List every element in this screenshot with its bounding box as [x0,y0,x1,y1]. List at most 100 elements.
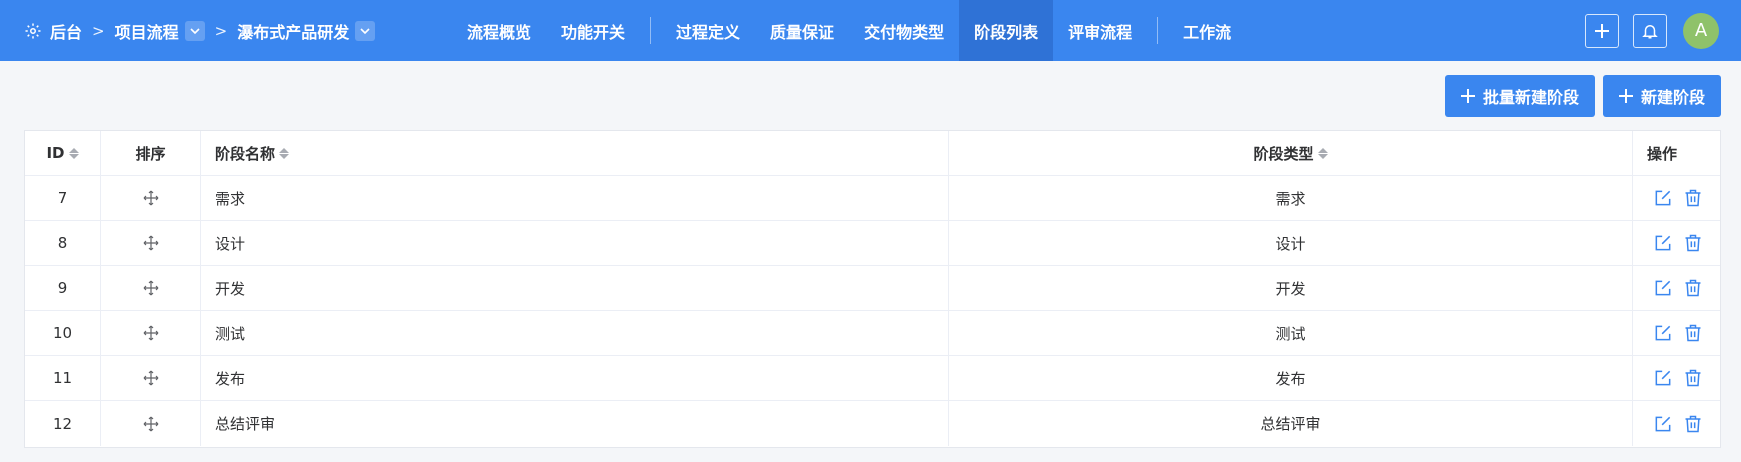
nav-item-process-definition[interactable]: 过程定义 [661,0,755,61]
table-row: 10 测试 测试 [25,311,1720,356]
cell-type: 总结评审 [949,401,1633,446]
cell-id: 11 [25,356,101,400]
cell-name: 发布 [201,356,949,400]
cell-type: 需求 [949,176,1633,220]
chevron-right-icon: > [214,21,228,40]
nav-item-quality-assurance[interactable]: 质量保证 [755,0,849,61]
table-row: 7 需求 需求 [25,176,1720,221]
edit-icon[interactable] [1653,188,1673,208]
header-id[interactable]: ID [25,131,101,175]
chevron-down-icon[interactable] [355,20,376,41]
cell-type: 开发 [949,266,1633,310]
main-nav: 流程概览 功能开关 过程定义 质量保证 交付物类型 阶段列表 评审流程 工作流 [452,0,1246,61]
table-row: 8 设计 设计 [25,221,1720,266]
cell-type: 设计 [949,221,1633,265]
cell-name: 总结评审 [201,401,949,446]
move-icon [143,280,158,296]
nav-divider [1157,17,1159,44]
cell-id: 9 [25,266,101,310]
move-icon [143,370,158,386]
breadcrumb-root[interactable]: 后台 [50,19,82,43]
delete-icon[interactable] [1683,323,1703,343]
breadcrumb-project[interactable]: 项目流程 [115,19,179,43]
cell-type: 测试 [949,311,1633,355]
nav-item-deliverable-types[interactable]: 交付物类型 [849,0,959,61]
header-name-label: 阶段名称 [215,144,276,163]
move-icon [143,235,158,251]
header-type-label: 阶段类型 [1253,144,1314,163]
cell-ops [1633,311,1720,355]
table-row: 9 开发 开发 [25,266,1720,311]
cell-id: 8 [25,221,101,265]
edit-icon[interactable] [1653,368,1673,388]
header-id-label: ID [46,144,65,162]
new-stage-label: 新建阶段 [1640,88,1705,107]
toolbar: 批量新建阶段 新建阶段 [1444,75,1721,117]
cell-ops [1633,356,1720,400]
drag-handle[interactable] [101,356,201,400]
header-ops: 操作 [1647,144,1678,163]
add-button[interactable] [1585,13,1619,48]
plus-icon [1595,23,1609,38]
nav-item-review-process[interactable]: 评审流程 [1053,0,1147,61]
notification-button[interactable] [1633,13,1667,48]
move-icon [143,190,158,206]
drag-handle[interactable] [101,311,201,355]
batch-new-stage-label: 批量新建阶段 [1482,88,1579,107]
edit-icon[interactable] [1653,323,1673,343]
nav-divider [650,17,652,44]
chevron-right-icon: > [92,21,105,40]
drag-handle[interactable] [101,176,201,220]
cell-ops [1633,401,1720,446]
cell-id: 12 [25,401,101,446]
header-type[interactable]: 阶段类型 [949,131,1633,175]
batch-new-stage-button[interactable]: 批量新建阶段 [1444,75,1595,117]
cell-name: 设计 [201,221,949,265]
delete-icon[interactable] [1683,188,1703,208]
cell-ops [1633,176,1720,220]
cell-type: 发布 [949,356,1633,400]
plus-icon [1460,89,1475,103]
drag-handle[interactable] [101,266,201,310]
cell-id: 7 [25,176,101,220]
nav-item-feature-switch[interactable]: 功能开关 [546,0,640,61]
table-row: 12 总结评审 总结评审 [25,401,1720,446]
delete-icon[interactable] [1683,233,1703,253]
top-right-tools: A [1585,0,1719,61]
edit-icon[interactable] [1653,233,1673,253]
delete-icon[interactable] [1683,414,1703,434]
top-navigation-bar: 后台 > 项目流程 > 瀑布式产品研发 流程概览 功能开关 过程定义 质量保证 … [0,0,1741,61]
plus-icon [1618,89,1633,103]
cell-ops [1633,221,1720,265]
avatar[interactable]: A [1683,12,1719,49]
table-row: 11 发布 发布 [25,356,1720,401]
new-stage-button[interactable]: 新建阶段 [1602,75,1721,117]
nav-item-overview[interactable]: 流程概览 [452,0,546,61]
cell-name: 开发 [201,266,949,310]
bell-icon [1642,24,1658,38]
header-order: 排序 [101,131,201,175]
sort-icon[interactable] [279,147,290,159]
table-header: ID 排序 阶段名称 阶段类型 操作 [25,131,1720,176]
drag-handle[interactable] [101,401,201,446]
nav-item-workflow[interactable]: 工作流 [1168,0,1246,61]
edit-icon[interactable] [1653,278,1673,298]
edit-icon[interactable] [1653,414,1673,434]
sort-icon[interactable] [68,147,79,159]
header-name[interactable]: 阶段名称 [201,131,949,175]
delete-icon[interactable] [1683,278,1703,298]
cell-name: 测试 [201,311,949,355]
cell-name: 需求 [201,176,949,220]
breadcrumb-process[interactable]: 瀑布式产品研发 [237,19,349,43]
drag-handle[interactable] [101,221,201,265]
breadcrumb: 后台 > 项目流程 > 瀑布式产品研发 [24,0,376,61]
stage-table: ID 排序 阶段名称 阶段类型 操作 7 需求 需求 8 设计 设计 9 开发 … [24,130,1721,448]
nav-item-stage-list[interactable]: 阶段列表 [959,0,1054,61]
delete-icon[interactable] [1683,368,1703,388]
chevron-down-icon[interactable] [184,20,205,41]
gear-icon[interactable] [24,22,42,40]
move-icon [143,325,158,341]
move-icon [143,416,158,431]
sort-icon[interactable] [1317,147,1328,159]
cell-id: 10 [25,311,101,355]
